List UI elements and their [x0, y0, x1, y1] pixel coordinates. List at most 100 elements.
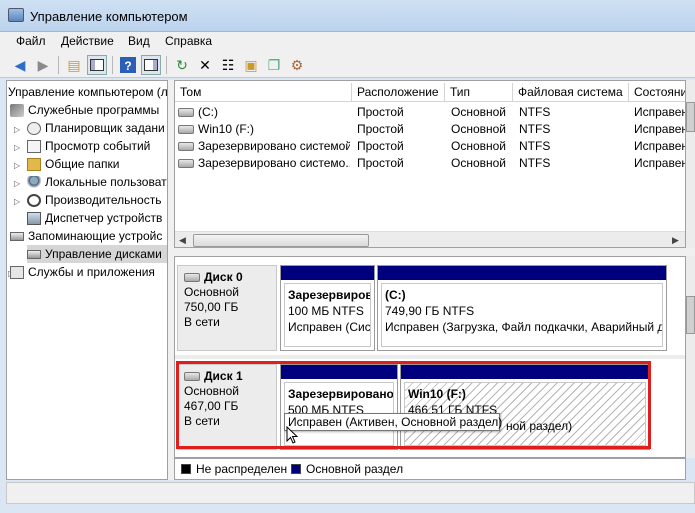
- table-row[interactable]: (C:) Простой Основной NTFS Исправен: [175, 104, 686, 121]
- tools-icon: [10, 103, 24, 117]
- table-row[interactable]: Зарезервировано системо... Простой Основ…: [175, 155, 686, 172]
- tree-item-label: Диспетчер устройств: [45, 211, 163, 225]
- volume-filesystem: NTFS: [519, 105, 551, 119]
- legend-label-unallocated: Не распределен: [196, 462, 288, 476]
- volume-icon: [178, 159, 194, 168]
- disk-0-label[interactable]: Диск 0 Основной 750,00 ГБ В сети: [177, 265, 277, 351]
- disk-status: В сети: [184, 315, 220, 329]
- tree-item-label: Управление дисками: [45, 247, 162, 261]
- expand-icon[interactable]: ▷: [14, 179, 20, 188]
- partition-status: Исправен (Загрузка, Файл подкачки, Авари…: [385, 320, 663, 334]
- legend-label-primary: Основной раздел: [306, 462, 404, 476]
- svg-text:?: ?: [124, 59, 131, 73]
- toolbar-separator: [112, 56, 113, 74]
- status-bar: [6, 482, 695, 504]
- tree-item-performance[interactable]: Производительность: [27, 191, 161, 209]
- tree-root[interactable]: Управление компьютером (л: [8, 83, 168, 101]
- expand-icon[interactable]: ▷: [14, 125, 20, 134]
- volume-list-hscrollbar[interactable]: ◀ ▶: [175, 231, 685, 247]
- partition-name: Зарезервиров: [288, 288, 371, 302]
- partition-disk0-reserved[interactable]: Зарезервиров 100 МБ NTFS Исправен (Сис: [280, 265, 375, 351]
- volume-status: Исправен: [634, 139, 686, 153]
- help-icon[interactable]: ?: [118, 55, 138, 75]
- toolbar: ◀ ▶ ▤ ? ↻ ✕ ☷ ▣ ❐ ⚙: [0, 52, 695, 78]
- tree-item-shared-folders[interactable]: Общие папки: [27, 155, 119, 173]
- disk-view-vscrollbar[interactable]: [686, 256, 695, 458]
- expand-icon[interactable]: ▷: [14, 143, 20, 152]
- table-row[interactable]: Win10 (F:) Простой Основной NTFS Исправе…: [175, 121, 686, 138]
- scrollbar-thumb[interactable]: [686, 296, 695, 334]
- volume-status: Исправен: [634, 156, 686, 170]
- menu-file[interactable]: Файл: [16, 34, 46, 48]
- partition-status: Исправен (Сис: [288, 320, 371, 334]
- volume-name: (C:): [198, 105, 218, 119]
- menu-view[interactable]: Вид: [128, 34, 150, 48]
- services-icon: [10, 265, 24, 279]
- partition-name: (C:): [385, 288, 406, 302]
- expand-icon[interactable]: ▷: [14, 197, 20, 206]
- volume-layout: Простой: [357, 139, 404, 153]
- event-viewer-icon: [27, 139, 41, 153]
- scrollbar-thumb[interactable]: [686, 102, 695, 132]
- disk-name: Диск 0: [204, 270, 243, 284]
- tree-root-label: Управление компьютером (л: [8, 85, 168, 99]
- column-header-status[interactable]: Состояние: [629, 83, 685, 102]
- tree-item-label: Службы и приложения: [28, 265, 155, 279]
- volume-status: Исправен: [634, 105, 686, 119]
- device-manager-icon: [27, 211, 41, 225]
- console-tree-icon[interactable]: [87, 55, 107, 75]
- tree-item-storage[interactable]: Запоминающие устройс: [10, 227, 162, 245]
- tree-item-label: Служебные программы: [28, 103, 160, 117]
- open-icon[interactable]: ▣: [241, 55, 261, 75]
- table-row[interactable]: Зарезервировано системой Простой Основно…: [175, 138, 686, 155]
- mouse-cursor-icon: [286, 426, 299, 444]
- tree-item-task-scheduler[interactable]: Планировщик задани: [27, 119, 165, 137]
- tree-item-local-users[interactable]: Локальные пользоват: [27, 173, 167, 191]
- menu-help[interactable]: Справка: [165, 34, 212, 48]
- properties-icon[interactable]: ☷: [218, 55, 238, 75]
- column-header-filesystem[interactable]: Файловая система: [513, 83, 629, 102]
- tree-item-system-tools[interactable]: Служебные программы: [10, 101, 159, 119]
- shared-folder-icon: [27, 157, 41, 171]
- back-icon[interactable]: ◀: [10, 55, 30, 75]
- computer-management-icon: [8, 8, 24, 22]
- scrollbar-thumb[interactable]: [193, 234, 369, 247]
- volume-name: Зарезервировано системой: [198, 139, 350, 153]
- volume-filesystem: NTFS: [519, 122, 551, 136]
- pane-splitter-horizontal[interactable]: [174, 248, 695, 256]
- show-hide-icon[interactable]: [141, 55, 161, 75]
- delete-icon[interactable]: ✕: [195, 55, 215, 75]
- tree-item-device-manager[interactable]: Диспетчер устройств: [27, 209, 162, 227]
- tree-item-services[interactable]: Службы и приложения: [10, 263, 155, 281]
- forward-icon[interactable]: ▶: [33, 55, 53, 75]
- volume-type: Основной: [451, 105, 507, 119]
- volume-type: Основной: [451, 122, 507, 136]
- menu-action[interactable]: Действие: [61, 34, 114, 48]
- scroll-left-icon[interactable]: ◀: [179, 235, 186, 246]
- clock-icon: [27, 121, 41, 135]
- disk-type: Основной: [184, 285, 240, 299]
- tree-item-event-viewer[interactable]: Просмотр событий: [27, 137, 150, 155]
- disk-size: 750,00 ГБ: [184, 300, 239, 314]
- volume-list-vscrollbar[interactable]: [686, 80, 695, 248]
- volume-type: Основной: [451, 139, 507, 153]
- tree-item-disk-management[interactable]: Управление дисками: [27, 245, 167, 263]
- column-header-volume[interactable]: Том: [175, 83, 352, 102]
- partition-disk0-c[interactable]: (C:) 749,90 ГБ NTFS Исправен (Загрузка, …: [377, 265, 667, 351]
- scroll-right-icon[interactable]: ▶: [672, 235, 679, 246]
- expand-icon[interactable]: ▷: [14, 161, 20, 170]
- volume-layout: Простой: [357, 122, 404, 136]
- settings-icon[interactable]: ⚙: [287, 55, 307, 75]
- volume-status: Исправен: [634, 122, 686, 136]
- up-folder-icon[interactable]: ▤: [64, 55, 84, 75]
- column-header-layout[interactable]: Расположение: [352, 83, 445, 102]
- tree-item-label: Запоминающие устройс: [28, 229, 163, 243]
- column-header-type[interactable]: Тип: [445, 83, 513, 102]
- export-icon[interactable]: ❐: [264, 55, 284, 75]
- volume-icon: [178, 142, 194, 151]
- highlight-box: [176, 361, 651, 449]
- legend: Не распределен Основной раздел: [174, 458, 686, 480]
- volume-icon: [178, 125, 194, 134]
- refresh-icon[interactable]: ↻: [172, 55, 192, 75]
- tree-item-label: Производительность: [45, 193, 162, 207]
